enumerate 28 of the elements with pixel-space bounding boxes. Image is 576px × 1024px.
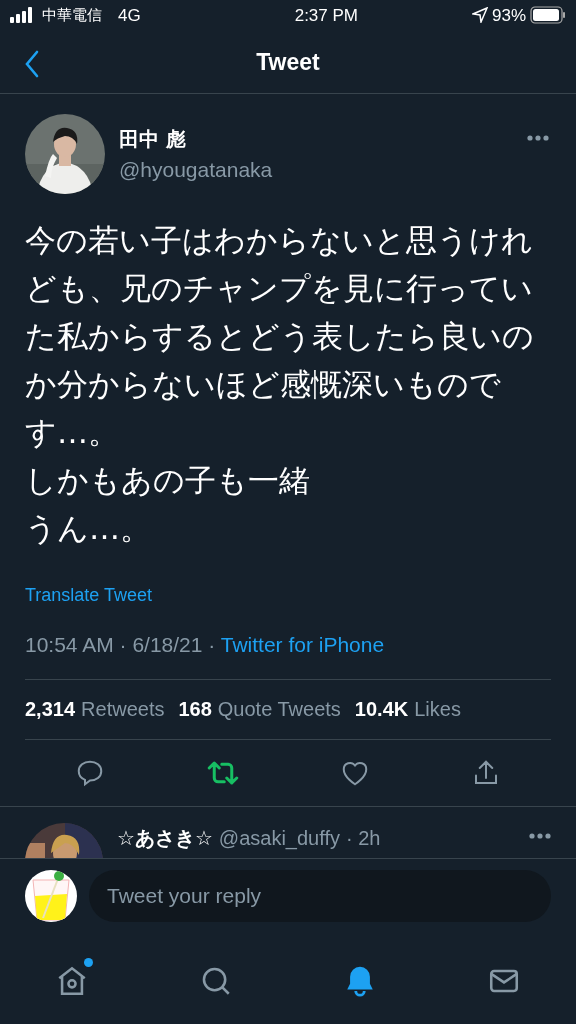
reply-input-field[interactable]: Tweet your reply: [89, 870, 551, 923]
author-handle: @hyougatanaka: [119, 156, 274, 183]
network-type: 4G: [118, 4, 141, 27]
status-time: 2:37 PM: [294, 4, 358, 27]
tweet-text: しかもあの子も一緒: [25, 461, 311, 501]
reply-time: · 2h: [346, 825, 381, 851]
carrier-name: 中華電信: [42, 5, 102, 27]
tweet-text: うん…。: [25, 509, 152, 549]
stat-label: Likes: [414, 697, 461, 723]
stat-count: 168: [178, 697, 212, 723]
reply-author-name: ☆あさき☆: [117, 824, 213, 852]
stat-count: 2,314: [25, 697, 76, 723]
reply-author-handle: @asaki_duffy: [218, 825, 340, 852]
stat-label: Quote Tweets: [217, 697, 341, 723]
stat-label: Retweets: [81, 697, 165, 723]
stat-count: 10.4K: [354, 697, 409, 723]
translate-link[interactable]: Translate Tweet: [25, 582, 551, 610]
battery-percent: 93%: [491, 4, 526, 27]
tweet-timestamp: 10:54 AM · 6/18/21 ·: [25, 633, 217, 657]
source-link[interactable]: Twitter for iPhone: [220, 633, 385, 657]
more-icon[interactable]: [529, 832, 551, 839]
tweet-text: 今の若い子はわからないと思うけれども、兄のチャンプを見に行っていた私からするとどう表したら良いのか分からないほど感慨深いものです…。: [25, 221, 535, 453]
author-name: 田中 彪: [119, 125, 187, 153]
page-title: Tweet: [256, 47, 320, 77]
more-icon: [527, 135, 549, 142]
location-arrow-icon: [471, 7, 488, 24]
back-chevron-icon: [24, 49, 40, 78]
battery-icon: [530, 6, 566, 25]
